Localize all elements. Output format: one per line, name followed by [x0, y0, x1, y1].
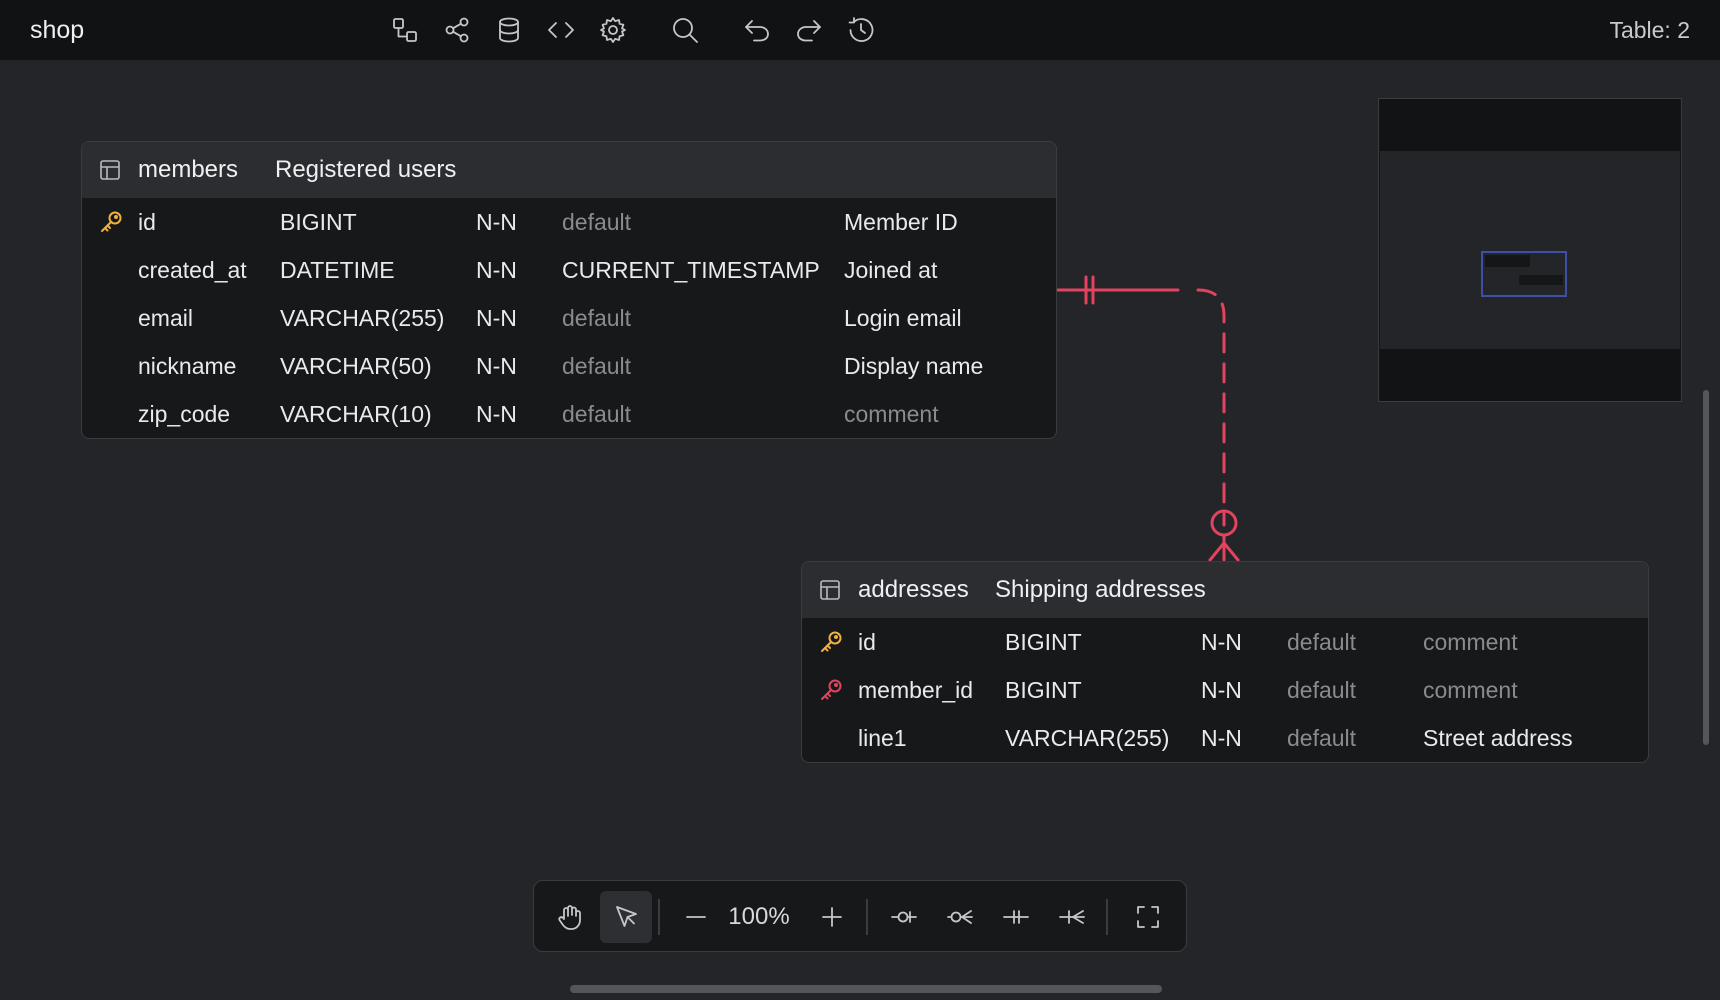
search-icon[interactable] [666, 11, 704, 49]
zoom-in-icon[interactable] [806, 891, 858, 943]
table-header[interactable]: members Registered users [82, 142, 1056, 198]
column-null[interactable]: N-N [476, 353, 517, 380]
undo-icon[interactable] [738, 11, 776, 49]
column-null[interactable]: N-N [476, 305, 517, 332]
column-default[interactable]: default [562, 353, 631, 380]
table-header[interactable]: addresses Shipping addresses [802, 562, 1648, 618]
column-null[interactable]: N-N [476, 257, 517, 284]
column-default[interactable]: default [1287, 629, 1356, 656]
column-default[interactable]: default [562, 209, 631, 236]
primary-key-icon [98, 209, 124, 235]
foreign-key-icon [818, 677, 844, 703]
column-name[interactable]: member_id [858, 677, 973, 704]
column-name[interactable]: line1 [858, 725, 907, 752]
column-row[interactable]: email VARCHAR(255) N-N default Login ema… [82, 294, 1056, 342]
column-null[interactable]: N-N [1201, 629, 1242, 656]
column-name[interactable]: nickname [138, 353, 236, 380]
horizontal-scrollbar[interactable] [570, 985, 1162, 993]
share-icon[interactable] [438, 11, 476, 49]
history-icon[interactable] [842, 11, 880, 49]
primary-key-icon [818, 629, 844, 655]
column-name[interactable]: zip_code [138, 401, 230, 428]
one-many-icon[interactable] [1046, 891, 1098, 943]
column-type[interactable]: VARCHAR(50) [280, 353, 432, 380]
diagram-canvas[interactable]: members Registered users id BIGINT N-N d… [0, 60, 1720, 1000]
column-null[interactable]: N-N [1201, 725, 1242, 752]
toolbar-divider [1106, 899, 1108, 935]
column-row[interactable]: member_id BIGINT N-N default comment [802, 666, 1648, 714]
column-type[interactable]: VARCHAR(10) [280, 401, 432, 428]
toolbar-divider [658, 899, 660, 935]
column-name[interactable]: id [858, 629, 876, 656]
app-title: shop [30, 16, 85, 44]
column-row[interactable]: line1 VARCHAR(255) N-N default Street ad… [802, 714, 1648, 762]
column-comment[interactable]: Login email [844, 305, 962, 332]
column-name[interactable]: created_at [138, 257, 247, 284]
hand-icon[interactable] [544, 891, 596, 943]
table-icon [818, 578, 842, 602]
minimap-viewport[interactable] [1481, 251, 1567, 297]
column-row[interactable]: created_at DATETIME N-N CURRENT_TIMESTAM… [82, 246, 1056, 294]
relationship-icon[interactable] [386, 11, 424, 49]
column-comment[interactable]: comment [1423, 629, 1518, 656]
code-icon[interactable] [542, 11, 580, 49]
column-type[interactable]: BIGINT [280, 209, 357, 236]
pointer-icon[interactable] [600, 891, 652, 943]
column-comment[interactable]: comment [1423, 677, 1518, 704]
minimap-canvas [1380, 151, 1680, 349]
settings-icon[interactable] [594, 11, 632, 49]
column-comment[interactable]: Display name [844, 353, 983, 380]
column-type[interactable]: BIGINT [1005, 629, 1082, 656]
column-type[interactable]: VARCHAR(255) [1005, 725, 1169, 752]
table-icon [98, 158, 122, 182]
database-icon[interactable] [490, 11, 528, 49]
table-name[interactable]: addresses [858, 576, 969, 604]
column-default[interactable]: default [1287, 677, 1356, 704]
column-comment[interactable]: comment [844, 401, 939, 428]
zoom-level[interactable]: 100% [714, 903, 804, 931]
table-addresses[interactable]: addresses Shipping addresses id BIGINT N… [801, 561, 1649, 763]
column-default[interactable]: default [562, 305, 631, 332]
redo-icon[interactable] [790, 11, 828, 49]
toolbar-divider [866, 899, 868, 935]
column-default[interactable]: CURRENT_TIMESTAMP [562, 257, 820, 284]
column-comment[interactable]: Joined at [844, 257, 937, 284]
column-null[interactable]: N-N [1201, 677, 1242, 704]
top-bar: shop Table: 2 [0, 0, 1720, 60]
minimap[interactable] [1378, 98, 1682, 402]
column-null[interactable]: N-N [476, 209, 517, 236]
table-members[interactable]: members Registered users id BIGINT N-N d… [81, 141, 1057, 439]
one-one-icon[interactable] [990, 891, 1042, 943]
column-comment[interactable]: Street address [1423, 725, 1573, 752]
table-name[interactable]: members [138, 156, 238, 184]
table-comment[interactable]: Registered users [275, 156, 456, 184]
column-row[interactable]: zip_code VARCHAR(10) N-N default comment [82, 390, 1056, 438]
zero-one-icon[interactable] [878, 891, 930, 943]
column-type[interactable]: VARCHAR(255) [280, 305, 444, 332]
column-row[interactable]: id BIGINT N-N default comment [802, 618, 1648, 666]
column-type[interactable]: DATETIME [280, 257, 395, 284]
table-comment[interactable]: Shipping addresses [995, 576, 1206, 604]
column-comment[interactable]: Member ID [844, 209, 958, 236]
canvas-toolbar: 100% [533, 880, 1187, 952]
column-default[interactable]: default [1287, 725, 1356, 752]
table-count: Table: 2 [1609, 17, 1690, 43]
column-row[interactable]: nickname VARCHAR(50) N-N default Display… [82, 342, 1056, 390]
column-name[interactable]: email [138, 305, 193, 332]
column-null[interactable]: N-N [476, 401, 517, 428]
zero-many-icon[interactable] [934, 891, 986, 943]
vertical-scrollbar[interactable] [1703, 390, 1709, 745]
column-name[interactable]: id [138, 209, 156, 236]
fullscreen-icon[interactable] [1122, 891, 1174, 943]
column-default[interactable]: default [562, 401, 631, 428]
column-row[interactable]: id BIGINT N-N default Member ID [82, 198, 1056, 246]
column-type[interactable]: BIGINT [1005, 677, 1082, 704]
